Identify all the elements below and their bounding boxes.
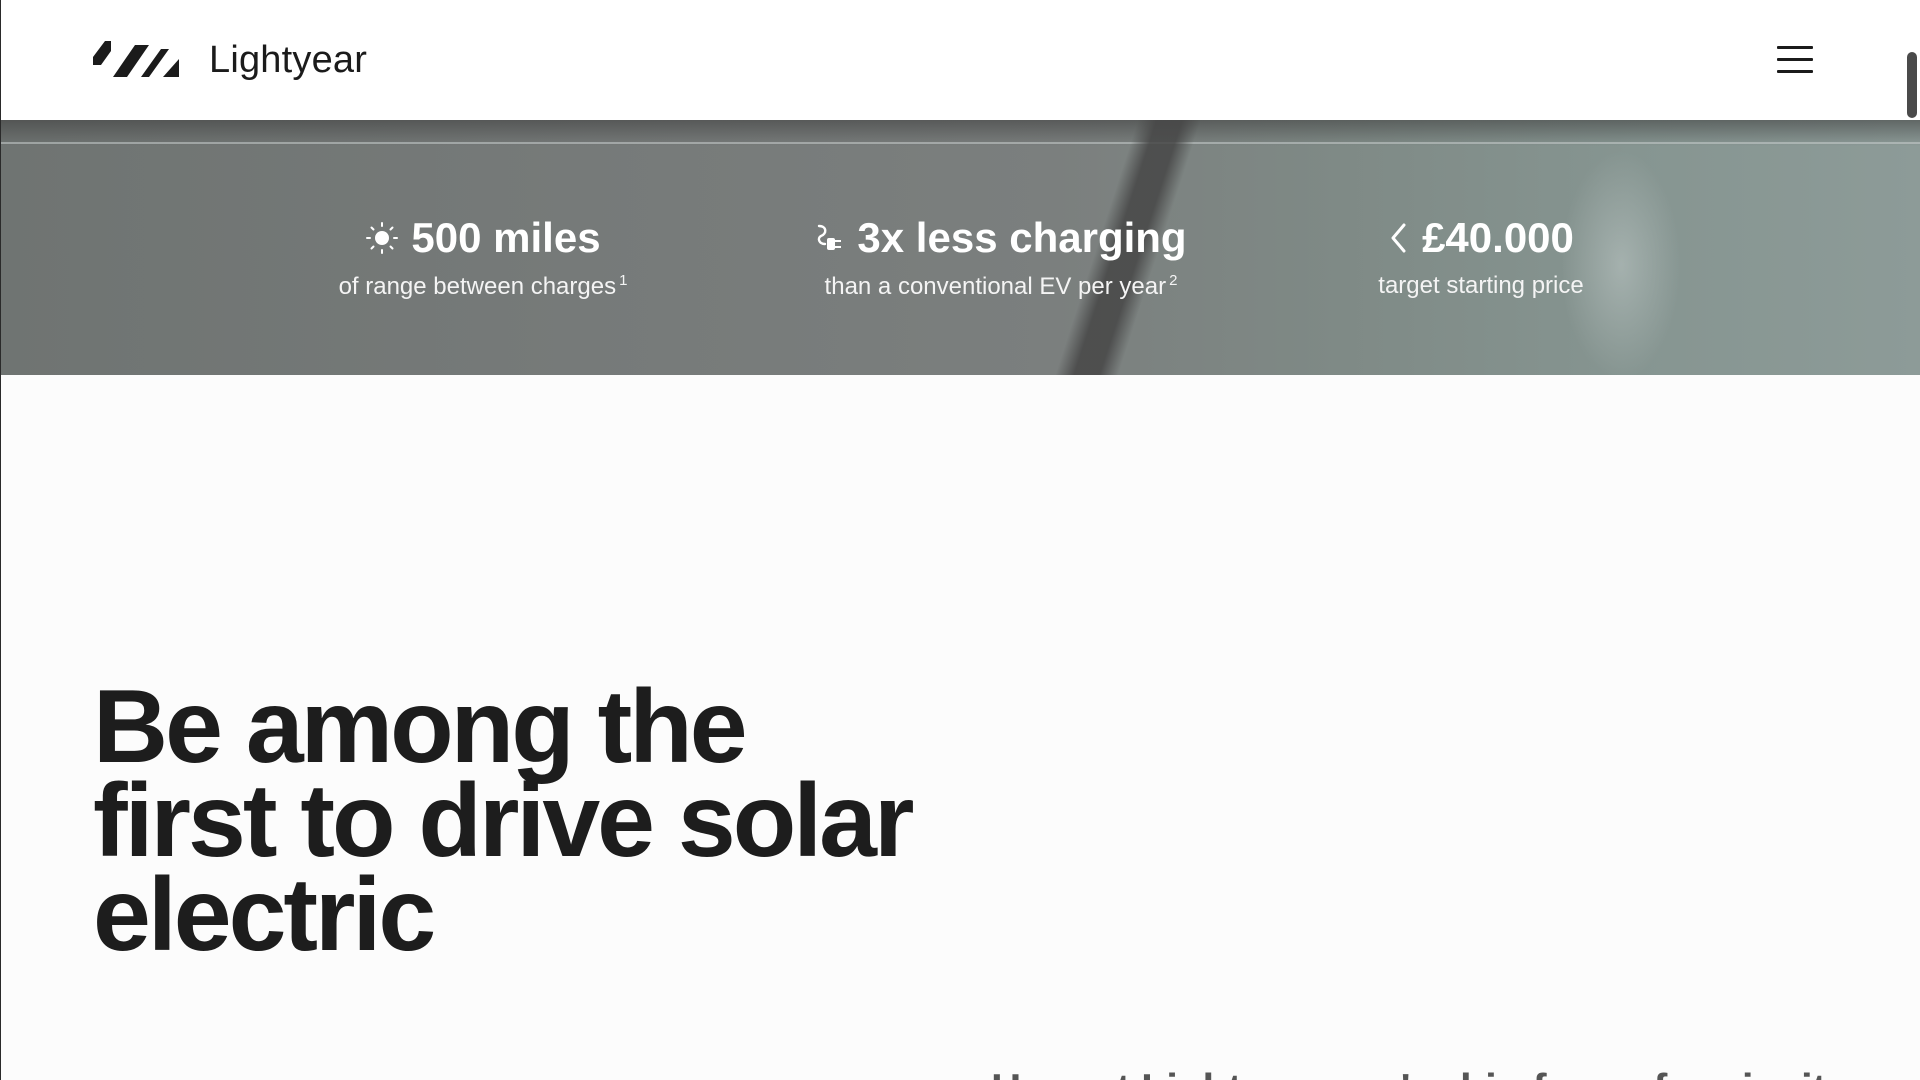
stat-range-value: 500 miles: [411, 214, 601, 261]
page: Lightyear 500 miles of range between cha…: [0, 0, 1920, 1080]
stat-price: £40.000 target starting price: [1271, 215, 1691, 299]
scrollbar-thumb[interactable]: [1907, 52, 1917, 118]
stat-charging-footnote[interactable]: 2: [1169, 272, 1177, 289]
sun-icon: [365, 221, 399, 255]
stat-price-value: £40.000: [1422, 214, 1574, 261]
intro-paragraph: Here at Lightyear, we're big fans of cur…: [991, 1062, 1871, 1080]
stats-band: 500 miles of range between charges 1 3x l…: [1, 120, 1920, 375]
stat-range-label: of range between charges: [338, 273, 617, 300]
hero-title-line-3: electric: [93, 857, 436, 973]
stat-price-label: target starting price: [1378, 272, 1584, 299]
lightyear-logo-icon: [93, 41, 179, 77]
stat-range: 500 miles of range between charges 1: [273, 215, 693, 300]
stat-charging-label: than a conventional EV per year: [824, 273, 1167, 300]
stat-charging-value: 3x less charging: [857, 214, 1187, 261]
hamburger-menu-button[interactable]: [1775, 44, 1815, 76]
chevron-left-icon: [1388, 221, 1410, 255]
band-divider-line: [1, 142, 1920, 144]
brand-name: Lightyear: [209, 39, 368, 81]
site-header: Lightyear: [1, 0, 1920, 120]
menu-bar-middle: [1777, 58, 1813, 61]
stat-charging: 3x less charging than a conventional EV …: [791, 215, 1211, 300]
hero-title: Be among the first to drive solar electr…: [93, 675, 993, 967]
menu-bar-top: [1777, 46, 1813, 49]
menu-bar-bottom: [1777, 70, 1813, 73]
charging-plug-icon: [815, 222, 845, 254]
stat-range-footnote[interactable]: 1: [619, 272, 627, 289]
home-logo-link[interactable]: Lightyear: [91, 36, 367, 84]
